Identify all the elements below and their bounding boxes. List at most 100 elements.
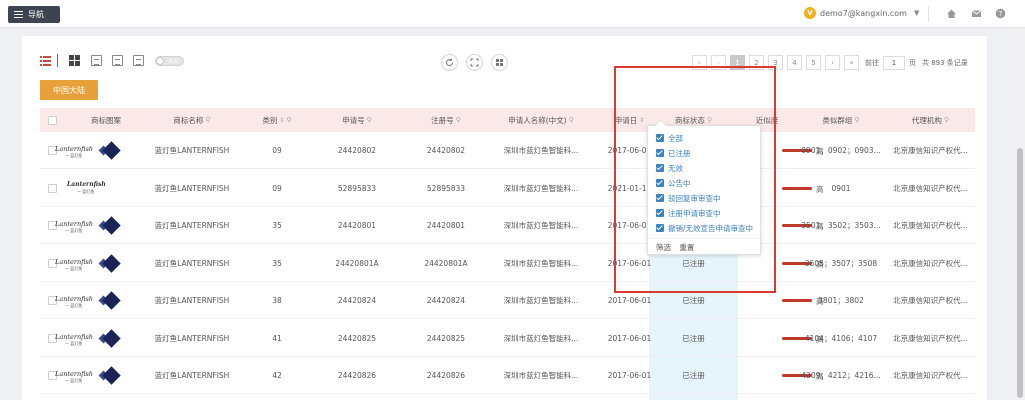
- search-icon[interactable]: ⚲: [286, 116, 291, 124]
- home-icon[interactable]: [945, 8, 957, 20]
- class-cell: 35: [272, 221, 282, 230]
- col-application-no[interactable]: 申请号 ⚲: [312, 108, 402, 132]
- registration-no-cell: 24420826: [426, 371, 466, 380]
- trademark-name: 蓝灯鱼LANTERNFISH: [154, 258, 230, 268]
- trademark-name: 蓝灯鱼LANTERNFISH: [154, 146, 230, 155]
- trademark-logo[interactable]: Lanternfish 一 蓝灯鱼: [55, 253, 127, 273]
- logo-mark: [102, 291, 121, 310]
- table-row[interactable]: Lanternfish 一 蓝灯鱼 蓝灯鱼LANTERNFISH 09 5289…: [40, 170, 975, 207]
- status-cell: 已注册: [682, 333, 705, 343]
- trademark-logo[interactable]: Lanternfish 一 蓝灯鱼: [55, 180, 127, 198]
- trademark-name: 蓝灯鱼LANTERNFISH: [154, 221, 230, 230]
- trademark-logo[interactable]: Lanternfish 一 蓝灯鱼: [55, 141, 127, 160]
- col-trademark-name[interactable]: 商标名称 ⚲: [142, 108, 242, 132]
- table-row[interactable]: Lanternfish 一 蓝灯鱼 蓝灯鱼LANTERNFISH 38 2442…: [40, 282, 975, 319]
- col-agency[interactable]: 代理机构 ⚲: [886, 108, 975, 132]
- application-no-cell: 52895833: [337, 183, 377, 193]
- col-registration-no[interactable]: 注册号 ⚲: [402, 108, 490, 132]
- select-all-cell: [46, 108, 58, 132]
- svg-text:?: ?: [998, 10, 1002, 18]
- class-cell: 09: [272, 183, 282, 193]
- status-cell: 已注册: [682, 371, 705, 380]
- similar-groups-cell: 0901；0902；0903...: [801, 146, 881, 155]
- search-icon[interactable]: ⚲: [569, 116, 574, 124]
- table-row[interactable]: Lanternfish 一 蓝灯鱼 蓝灯鱼LANTERNFISH 35 2442…: [40, 207, 975, 244]
- column-label: 商标图案: [91, 115, 121, 125]
- agency-cell: 北京康信知识产权代...: [893, 333, 968, 343]
- table-row[interactable]: Lanternfish 一 蓝灯鱼 蓝灯鱼LANTERNFISH 35 2442…: [40, 245, 975, 282]
- applicant-cell: 深圳市蓝灯鱼智能科...: [503, 258, 579, 268]
- scrollbar-thumb[interactable]: [1017, 148, 1023, 398]
- table-row[interactable]: Lanternfish 一 蓝灯鱼 蓝灯鱼LANTERNFISH 42 2442…: [40, 357, 975, 394]
- similar-groups-cell: 3501；3502；3503...: [801, 221, 881, 230]
- logo-mark: [102, 328, 121, 348]
- logo-text: Lanternfish: [67, 180, 106, 188]
- mail-icon[interactable]: [970, 8, 982, 20]
- help-icon[interactable]: ?: [994, 8, 1006, 20]
- class-cell: 09: [272, 146, 282, 155]
- col-similar-groups[interactable]: 类似群组 ⚲: [796, 108, 886, 132]
- class-cell: 38: [272, 296, 282, 305]
- annotation-highlight-box: [614, 66, 776, 293]
- similar-groups-cell: 3505；3507；3508: [804, 258, 878, 268]
- sort-icon[interactable]: ⇕: [279, 117, 284, 124]
- logo-subtext: 一 蓝灯鱼: [77, 188, 95, 194]
- table-row[interactable]: Lanternfish 一 蓝灯鱼 蓝灯鱼LANTERNFISH 09 2442…: [40, 132, 975, 169]
- trademark-logo[interactable]: Lanternfish 一 蓝灯鱼: [55, 366, 127, 385]
- table-row[interactable]: Lanternfish 一 蓝灯鱼 蓝灯鱼LANTERNFISH 41 2442…: [40, 320, 975, 357]
- nav-label: 导航: [28, 10, 44, 19]
- search-icon[interactable]: ⚲: [367, 116, 372, 124]
- logo-text: Lanternfish: [55, 257, 93, 266]
- logo-subtext: 一 蓝灯鱼: [65, 228, 83, 233]
- trademark-logo[interactable]: Lanternfish 一 蓝灯鱼: [55, 291, 127, 310]
- similar-groups-cell: 4209；4212；4216...: [801, 371, 881, 380]
- logo-mark: [102, 141, 121, 160]
- trademark-name: 蓝灯鱼LANTERNFISH: [154, 296, 230, 305]
- trademark-logo[interactable]: Lanternfish 一 蓝灯鱼: [55, 328, 127, 348]
- applicant-cell: 深圳市蓝灯鱼智能科...: [503, 221, 579, 230]
- registration-no-cell: 24420824: [426, 296, 466, 305]
- search-icon[interactable]: ⚲: [944, 116, 949, 124]
- column-label: 类似群组: [822, 115, 853, 125]
- application-no-cell: 24420824: [337, 296, 377, 305]
- table-header: 商标图案 商标名称 ⚲ 类别 ⇕ ⚲ 申请号 ⚲ 注册号 ⚲ 申请人名称(中文) ⚲ 申请日…: [40, 108, 975, 132]
- nav-menu-button[interactable]: 导航: [8, 6, 60, 23]
- search-icon[interactable]: ⚲: [456, 116, 461, 124]
- trademark-name: 蓝灯鱼LANTERNFISH: [154, 371, 230, 380]
- agency-cell: 北京康信知识产权代...: [893, 183, 968, 193]
- logo-text: Lanternfish: [55, 220, 93, 228]
- application-no-cell: 24420802: [337, 146, 377, 155]
- caret-down-icon[interactable]: ▼: [914, 9, 919, 17]
- registration-no-cell: 24420825: [426, 333, 466, 343]
- user-menu[interactable]: V demo7@kangxin.com ▼: [804, 7, 919, 19]
- applicant-cell: 深圳市蓝灯鱼智能科...: [503, 371, 579, 380]
- top-bar: 导航 V demo7@kangxin.com ▼ ?: [0, 0, 1025, 28]
- registration-no-cell: 52895833: [426, 183, 466, 193]
- agency-cell: 北京康信知识产权代...: [893, 221, 968, 230]
- logo-text: Lanternfish: [55, 370, 93, 378]
- vip-badge-icon: V: [804, 7, 816, 19]
- col-applicant[interactable]: 申请人名称(中文) ⚲: [490, 108, 592, 132]
- vertical-scrollbar[interactable]: [1015, 28, 1025, 400]
- logo-subtext: 一 蓝灯鱼: [65, 265, 83, 271]
- logo-text: Lanternfish: [55, 332, 93, 341]
- column-label: 申请号: [342, 115, 365, 125]
- select-all-checkbox[interactable]: [47, 115, 57, 125]
- search-icon[interactable]: ⚲: [854, 116, 859, 124]
- applicant-cell: 深圳市蓝灯鱼智能科...: [503, 296, 579, 305]
- col-class[interactable]: 类别 ⇕ ⚲: [242, 108, 312, 132]
- class-cell: 42: [272, 371, 282, 380]
- applicant-cell: 深圳市蓝灯鱼智能科...: [503, 333, 579, 343]
- trademark-logo[interactable]: Lanternfish 一 蓝灯鱼: [55, 216, 127, 235]
- agency-cell: 北京康信知识产权代...: [893, 258, 968, 268]
- registration-no-cell: 24420801A: [424, 258, 468, 268]
- search-icon[interactable]: ⚲: [205, 116, 210, 124]
- class-cell: 41: [272, 333, 282, 343]
- class-cell: 35: [272, 258, 282, 268]
- application-no-cell: 24420801: [337, 221, 377, 230]
- application-no-cell: 24420826: [337, 371, 377, 380]
- registration-no-cell: 24420802: [426, 146, 466, 155]
- user-email: demo7@kangxin.com: [820, 8, 907, 18]
- col-trademark-image: 商标图案: [70, 108, 142, 132]
- table-area: 商标图案 商标名称 ⚲ 类别 ⇕ ⚲ 申请号 ⚲ 注册号 ⚲ 申请人名称(中文) ⚲ 申请日…: [22, 36, 987, 400]
